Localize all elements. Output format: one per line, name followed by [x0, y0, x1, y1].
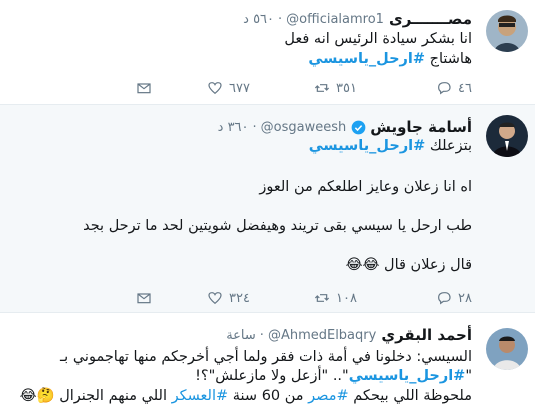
dm-button[interactable]: [136, 290, 152, 306]
reply-button[interactable]: ٢٨: [436, 290, 472, 306]
timestamp[interactable]: ساعة: [226, 328, 256, 343]
tweet-3[interactable]: أحمد البقري @AhmedElbaqry · ساعة السيسي:…: [0, 313, 535, 408]
tweet-1[interactable]: مصـــــــرى @officialamro1 · ٥٦٠ د انا ب…: [0, 0, 535, 100]
dm-button[interactable]: [136, 80, 152, 96]
hashtag-link[interactable]: #العسكر: [172, 388, 229, 404]
display-name[interactable]: مصـــــــرى: [389, 10, 472, 28]
tweet-actions: ٢٨ ١٠٨ ٣٢٤: [137, 290, 472, 308]
like-count: ٣٢٤: [229, 290, 250, 306]
timestamp[interactable]: ٥٦٠ د: [243, 12, 274, 27]
separator-dot: ·: [259, 327, 264, 343]
tweet-text: السيسي: دخلونا في أمة ذات فقر ولما أجي أ…: [59, 349, 472, 365]
like-count: ٦٧٧: [229, 80, 250, 96]
tweet-actions: ٤٦ ٣٥١ ٦٧٧: [137, 80, 472, 98]
avatar[interactable]: [486, 10, 528, 52]
hashtag-link[interactable]: #ارحل_ياسيسي: [309, 138, 426, 154]
tweet-text: هاشتاج: [429, 51, 472, 67]
reply-button[interactable]: ٤٦: [436, 80, 472, 96]
timestamp[interactable]: ٣٦٠ د: [218, 120, 249, 135]
reply-icon: [438, 292, 451, 305]
avatar-photo-icon: [486, 328, 528, 370]
tweet-header: مصـــــــرى @officialamro1 · ٥٦٠ د: [243, 9, 472, 29]
user-handle[interactable]: @osgaweesh: [261, 120, 347, 135]
like-button[interactable]: ٦٧٧: [207, 80, 250, 96]
tweet-2[interactable]: أسامة جاويش @osgaweesh · ٣٦٠ د بتزعلك #ا…: [0, 105, 535, 312]
verified-badge-icon: [351, 120, 366, 134]
heart-icon: [208, 82, 222, 95]
user-handle[interactable]: @AhmedElbaqry: [268, 328, 376, 343]
retweet-icon: [314, 84, 330, 92]
tweet-text-hashtag-line: "#ارحل_ياسيسي".. "أزعل ولا مازعلش"؟!: [195, 366, 472, 386]
reply-count: ٢٨: [458, 290, 472, 306]
hashtag-link[interactable]: #مصر: [308, 388, 349, 404]
tweet-text: ": [465, 368, 472, 384]
avatar[interactable]: [486, 328, 528, 370]
tweet-text: انا بشكر سيادة الرئيس انه فعل: [284, 31, 472, 47]
like-button[interactable]: ٣٢٤: [207, 290, 250, 306]
display-name[interactable]: أسامة جاويش: [370, 118, 472, 136]
user-handle[interactable]: @officialamro1: [286, 12, 384, 27]
separator-dot: ·: [252, 119, 257, 135]
avatar[interactable]: [486, 115, 528, 157]
display-name[interactable]: أحمد البقري: [381, 326, 472, 344]
tweet-header: أسامة جاويش @osgaweesh · ٣٦٠ د: [218, 117, 472, 137]
reply-icon: [438, 82, 451, 95]
tweet-text: اللي منهم الجنرال 🤔😂: [19, 388, 167, 404]
tweet-text: اه انا زعلان وعايز اطلعكم من العوز: [259, 179, 472, 195]
avatar-photo-icon: [486, 10, 528, 52]
tweet-text-tags-line: ملحوظة اللي بيحكم #مصر من 60 سنة #العسكر…: [20, 386, 472, 406]
tweet-text-hashtag-line: بتزعلك #ارحل_ياسيسي: [309, 136, 472, 156]
retweet-count: ١٠٨: [336, 290, 357, 306]
hashtag-link[interactable]: #ارحل_ياسيسي: [308, 51, 425, 67]
retweet-icon: [314, 294, 330, 302]
heart-icon: [208, 292, 222, 305]
tweet-header: أحمد البقري @AhmedElbaqry · ساعة: [226, 325, 472, 345]
retweet-count: ٣٥١: [336, 80, 357, 96]
envelope-icon: [137, 293, 151, 304]
tweet-text: "أزعل ولا مازعلش"؟!: [195, 368, 329, 384]
reply-count: ٤٦: [458, 80, 472, 96]
tweet-text: من 60 سنة: [232, 388, 304, 404]
tweet-text: طب ارحل يا سيسي بقى تريند وهيفضل شويتين …: [83, 218, 472, 234]
retweet-button[interactable]: ١٠٨: [314, 290, 357, 306]
tweet-text: ملحوظة اللي بيحكم: [353, 388, 472, 404]
tweet-text: بتزعلك: [429, 138, 472, 154]
retweet-button[interactable]: ٣٥١: [314, 80, 357, 96]
avatar-photo-icon: [486, 115, 528, 157]
tweet-text-hashtag-line: هاشتاج #ارحل_ياسيسي: [308, 49, 472, 69]
tweet-text: قال زعلان قال 😂😂: [345, 257, 472, 273]
hashtag-link[interactable]: #ارحل_ياسيسي: [349, 368, 466, 384]
envelope-icon: [137, 83, 151, 94]
separator-dot: ·: [278, 11, 283, 27]
tweet-text: "..: [332, 368, 349, 384]
